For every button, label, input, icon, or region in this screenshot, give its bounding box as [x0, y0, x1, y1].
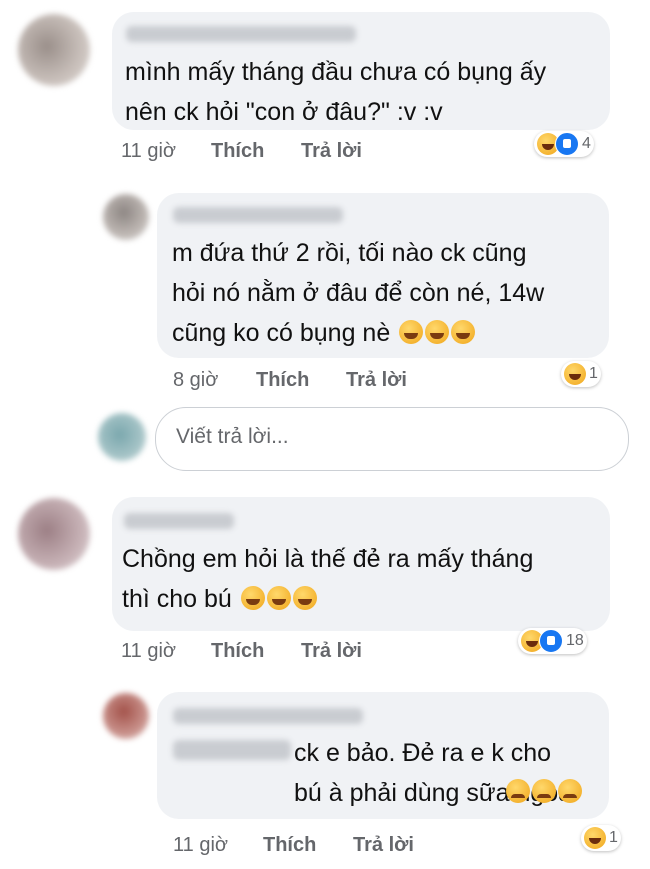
haha-reaction-icon	[564, 363, 586, 385]
reaction-summary[interactable]: 18	[518, 628, 587, 654]
comment-text-content: m đứa thứ 2 rồi, tối nào ck cũng hỏi nó …	[172, 239, 545, 347]
crying-emoji-icon	[532, 779, 556, 803]
avatar[interactable]	[18, 498, 90, 570]
mentioned-name-blurred[interactable]	[173, 740, 291, 760]
comment-text: mình mấy tháng đầu chưa có bụng ấy nên c…	[125, 58, 547, 126]
like-button[interactable]: Thích	[256, 369, 309, 392]
rofl-emoji-icon	[425, 320, 450, 344]
comment-text: m đứa thứ 2 rồi, tối nào ck cũng hỏi nó …	[172, 233, 544, 353]
rofl-emoji-icon	[266, 586, 291, 610]
avatar[interactable]	[18, 14, 90, 86]
haha-reaction-icon	[584, 827, 606, 849]
reply-input-box[interactable]	[155, 407, 629, 471]
rofl-emoji-icon	[399, 320, 424, 344]
rofl-emoji-icon	[451, 320, 476, 344]
rofl-emoji-icon	[292, 586, 317, 610]
like-reaction-icon	[539, 629, 563, 653]
comment-time[interactable]: 8 giờ	[173, 369, 218, 392]
like-button[interactable]: Thích	[211, 140, 264, 163]
author-name-blurred[interactable]	[126, 26, 356, 42]
like-reaction-icon	[555, 132, 579, 156]
reply-button[interactable]: Trả lời	[301, 140, 362, 163]
reaction-count: 4	[582, 135, 591, 152]
reply-input[interactable]	[174, 424, 608, 450]
author-name-blurred[interactable]	[173, 207, 343, 223]
reply-button[interactable]: Trả lời	[301, 640, 362, 663]
reply-button[interactable]: Trả lời	[353, 834, 414, 857]
reply-button[interactable]: Trả lời	[346, 369, 407, 392]
comment-time[interactable]: 11 giờ	[121, 140, 176, 163]
like-button[interactable]: Thích	[211, 640, 264, 663]
comment-time[interactable]: 11 giờ	[173, 834, 228, 857]
crying-emoji-icon	[558, 779, 582, 803]
reaction-count: 18	[566, 632, 584, 649]
crying-emoji-icon	[506, 779, 530, 803]
emoji-group	[504, 779, 582, 805]
reaction-count: 1	[609, 829, 618, 846]
comment-time[interactable]: 11 giờ	[121, 640, 176, 663]
author-name-blurred[interactable]	[124, 513, 234, 529]
comment-text-content: Chồng em hỏi là thế đẻ ra mấy tháng thì …	[122, 545, 534, 613]
rofl-emoji-icon	[240, 586, 265, 610]
reaction-summary[interactable]: 1	[561, 361, 601, 387]
reaction-summary[interactable]: 1	[581, 825, 621, 851]
author-name-blurred[interactable]	[173, 708, 363, 724]
avatar[interactable]	[103, 693, 149, 739]
current-user-avatar	[98, 413, 146, 461]
comment-text: Chồng em hỏi là thế đẻ ra mấy tháng thì …	[122, 539, 533, 619]
avatar[interactable]	[103, 194, 149, 240]
like-button[interactable]: Thích	[263, 834, 316, 857]
reaction-count: 1	[589, 365, 598, 382]
reaction-summary[interactable]: 4	[534, 131, 594, 157]
